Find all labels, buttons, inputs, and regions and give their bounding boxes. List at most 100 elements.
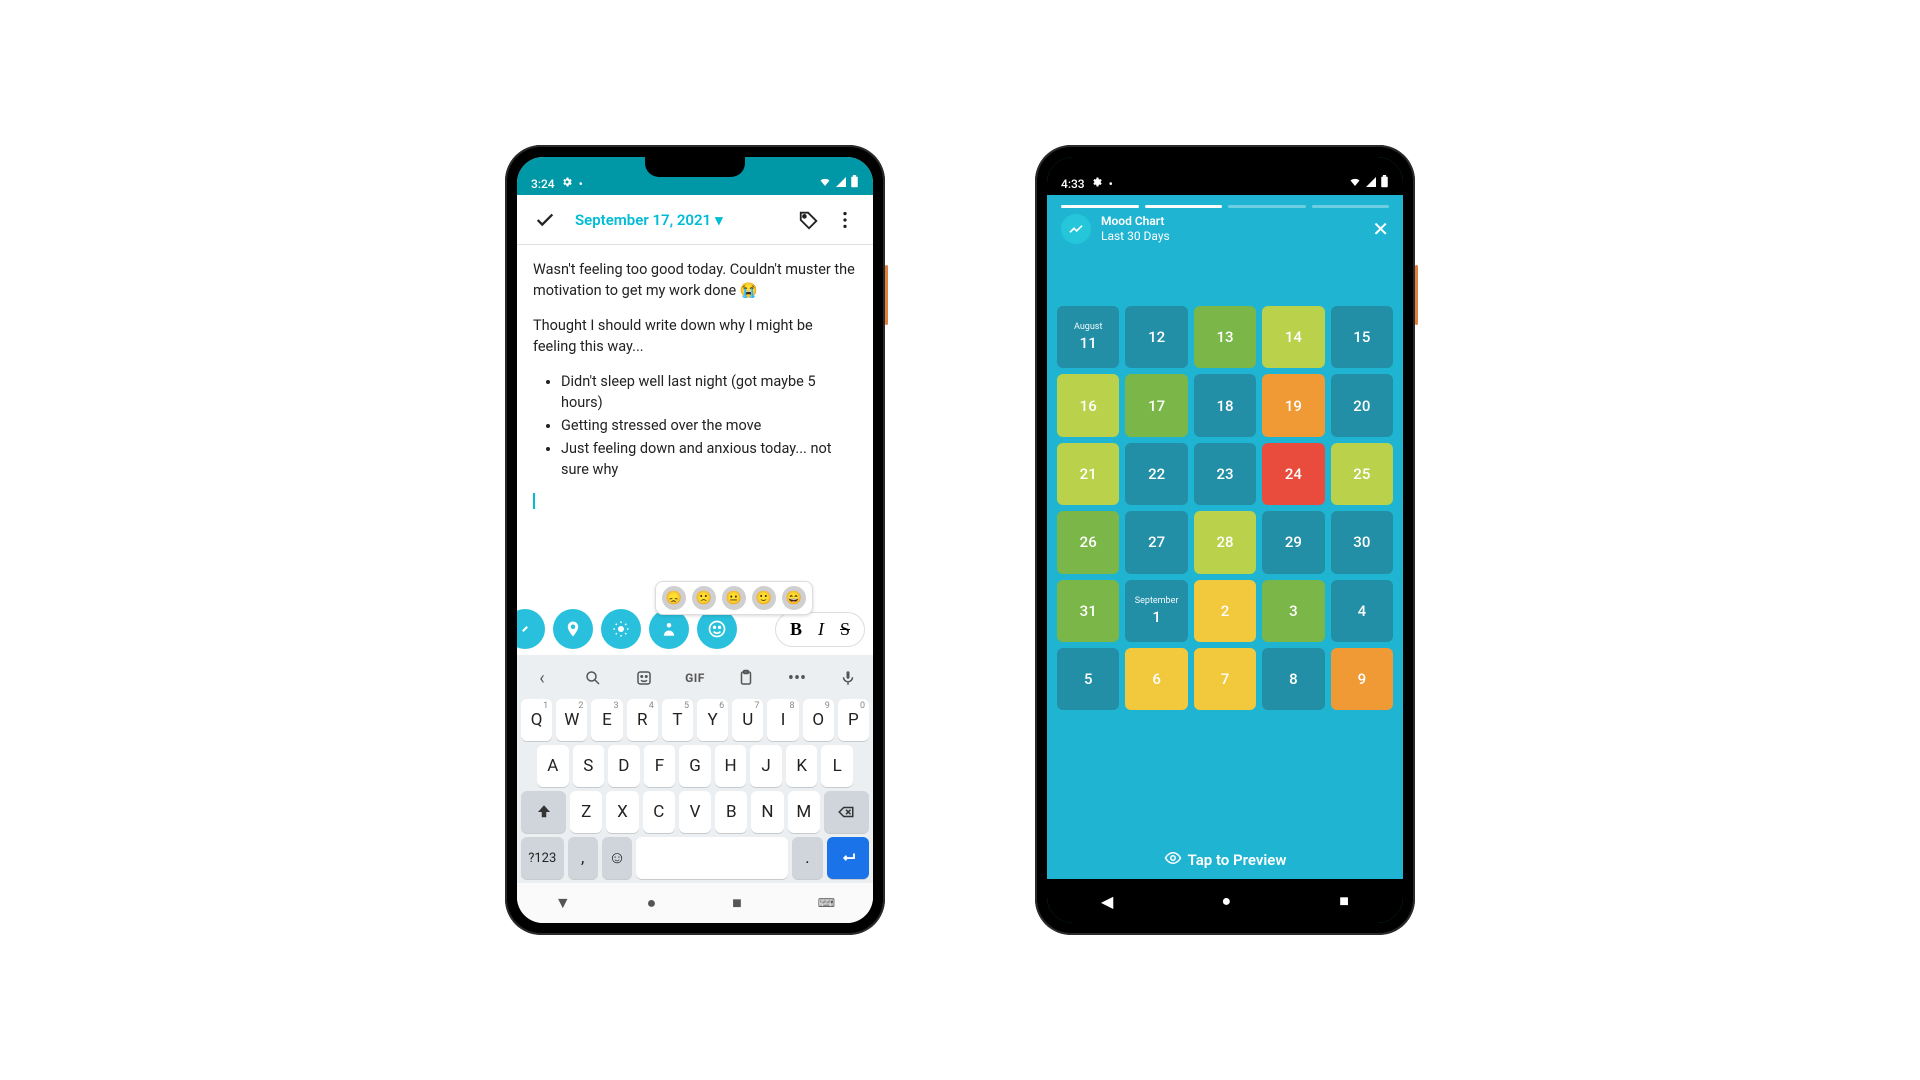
mood-day-cell[interactable]: 2 — [1194, 580, 1256, 642]
mood-day-cell[interactable]: 4 — [1331, 580, 1393, 642]
mood-day-cell[interactable]: 12 — [1125, 306, 1187, 368]
key-e[interactable]: E3 — [591, 699, 622, 741]
key-t[interactable]: T5 — [662, 699, 693, 741]
key-d[interactable]: D — [608, 745, 640, 787]
nav-recent-icon[interactable]: ■ — [1339, 891, 1349, 911]
key-q[interactable]: Q1 — [521, 699, 552, 741]
nav-keyboard-icon[interactable]: ⌨ — [818, 896, 835, 910]
key-o[interactable]: O9 — [803, 699, 834, 741]
mood-day-cell[interactable]: 14 — [1262, 306, 1324, 368]
mood-face-icon[interactable]: 🙂 — [752, 586, 776, 610]
people-button[interactable] — [649, 609, 689, 649]
story-segment[interactable] — [1228, 205, 1306, 208]
tap-to-preview-button[interactable]: Tap to Preview — [1047, 849, 1403, 871]
backspace-key[interactable] — [824, 791, 869, 833]
mood-face-icon[interactable]: 😄 — [782, 586, 806, 610]
mood-day-cell[interactable]: 15 — [1331, 306, 1393, 368]
mood-day-cell[interactable]: 23 — [1194, 443, 1256, 505]
tag-button[interactable] — [791, 202, 827, 238]
space-key[interactable] — [636, 837, 788, 879]
date-dropdown[interactable]: September 17, 2021 ▾ — [563, 211, 791, 229]
mood-day-cell[interactable]: 20 — [1331, 374, 1393, 436]
mood-day-cell[interactable]: 25 — [1331, 443, 1393, 505]
weather-button[interactable] — [601, 609, 641, 649]
kb-sticker-icon[interactable] — [629, 663, 659, 693]
key-y[interactable]: Y6 — [697, 699, 728, 741]
key-a[interactable]: A — [537, 745, 569, 787]
confirm-button[interactable] — [527, 202, 563, 238]
key-x[interactable]: X — [606, 791, 638, 833]
mood-day-cell[interactable]: 8 — [1262, 648, 1324, 710]
key-m[interactable]: M — [788, 791, 820, 833]
key-b[interactable]: B — [715, 791, 747, 833]
mood-day-cell[interactable]: 5 — [1057, 648, 1119, 710]
key-l[interactable]: L — [821, 745, 853, 787]
key-f[interactable]: F — [644, 745, 676, 787]
attachment-button[interactable] — [517, 609, 545, 649]
mood-day-cell[interactable]: 30 — [1331, 511, 1393, 573]
kb-clipboard-icon[interactable] — [731, 663, 761, 693]
nav-back-icon[interactable]: ▼ — [555, 893, 571, 913]
key-z[interactable]: Z — [570, 791, 602, 833]
mood-face-icon[interactable]: 😞 — [662, 586, 686, 610]
mood-day-cell[interactable]: 13 — [1194, 306, 1256, 368]
mood-day-cell[interactable]: 31 — [1057, 580, 1119, 642]
strike-button[interactable]: S — [840, 619, 850, 640]
mood-day-cell[interactable]: 18 — [1194, 374, 1256, 436]
key-n[interactable]: N — [751, 791, 783, 833]
mood-day-cell[interactable]: August11 — [1057, 306, 1119, 368]
key-p[interactable]: P0 — [838, 699, 869, 741]
mood-face-icon[interactable]: 🙁 — [692, 586, 716, 610]
key-h[interactable]: H — [715, 745, 747, 787]
key-g[interactable]: G — [679, 745, 711, 787]
key-k[interactable]: K — [786, 745, 818, 787]
mood-face-icon[interactable]: 😐 — [722, 586, 746, 610]
mood-day-cell[interactable]: September1 — [1125, 580, 1187, 642]
story-segment[interactable] — [1061, 205, 1139, 208]
bold-button[interactable]: B — [790, 619, 802, 640]
mood-day-cell[interactable]: 3 — [1262, 580, 1324, 642]
nav-home-icon[interactable]: ● — [647, 893, 657, 913]
symbols-key[interactable]: ?123 — [521, 837, 564, 879]
mood-day-cell[interactable]: 19 — [1262, 374, 1324, 436]
mood-day-cell[interactable]: 9 — [1331, 648, 1393, 710]
italic-button[interactable]: I — [818, 619, 824, 640]
mood-day-cell[interactable]: 21 — [1057, 443, 1119, 505]
close-button[interactable]: ✕ — [1372, 217, 1389, 241]
key-v[interactable]: V — [679, 791, 711, 833]
key-r[interactable]: R4 — [627, 699, 658, 741]
enter-key[interactable] — [827, 837, 870, 879]
nav-back-icon[interactable]: ◀ — [1101, 892, 1113, 911]
mood-day-cell[interactable]: 7 — [1194, 648, 1256, 710]
kb-more-icon[interactable]: ••• — [782, 663, 812, 693]
note-editor[interactable]: Wasn't feeling too good today. Couldn't … — [517, 245, 873, 603]
nav-home-icon[interactable]: ● — [1221, 891, 1231, 911]
nav-recent-icon[interactable]: ■ — [732, 893, 742, 913]
mood-day-cell[interactable]: 17 — [1125, 374, 1187, 436]
key-j[interactable]: J — [750, 745, 782, 787]
kb-mic-icon[interactable] — [833, 663, 863, 693]
kb-gif-button[interactable]: GIF — [680, 663, 710, 693]
mood-day-cell[interactable]: 6 — [1125, 648, 1187, 710]
story-segment[interactable] — [1145, 205, 1223, 208]
mood-day-cell[interactable]: 29 — [1262, 511, 1324, 573]
comma-key[interactable]: , — [568, 837, 598, 879]
mood-day-cell[interactable]: 28 — [1194, 511, 1256, 573]
mood-day-cell[interactable]: 26 — [1057, 511, 1119, 573]
mood-button[interactable] — [697, 609, 737, 649]
key-s[interactable]: S — [573, 745, 605, 787]
period-key[interactable]: . — [792, 837, 822, 879]
mood-day-cell[interactable]: 16 — [1057, 374, 1119, 436]
key-i[interactable]: I8 — [767, 699, 798, 741]
key-c[interactable]: C — [643, 791, 675, 833]
story-segment[interactable] — [1312, 205, 1390, 208]
key-u[interactable]: U7 — [732, 699, 763, 741]
kb-back-button[interactable]: ‹ — [527, 663, 557, 693]
overflow-menu-button[interactable] — [827, 202, 863, 238]
shift-key[interactable] — [521, 791, 566, 833]
mood-day-cell[interactable]: 24 — [1262, 443, 1324, 505]
emoji-key[interactable]: ☺ — [602, 837, 632, 879]
mood-day-cell[interactable]: 27 — [1125, 511, 1187, 573]
key-w[interactable]: W2 — [556, 699, 587, 741]
kb-search-icon[interactable] — [578, 663, 608, 693]
